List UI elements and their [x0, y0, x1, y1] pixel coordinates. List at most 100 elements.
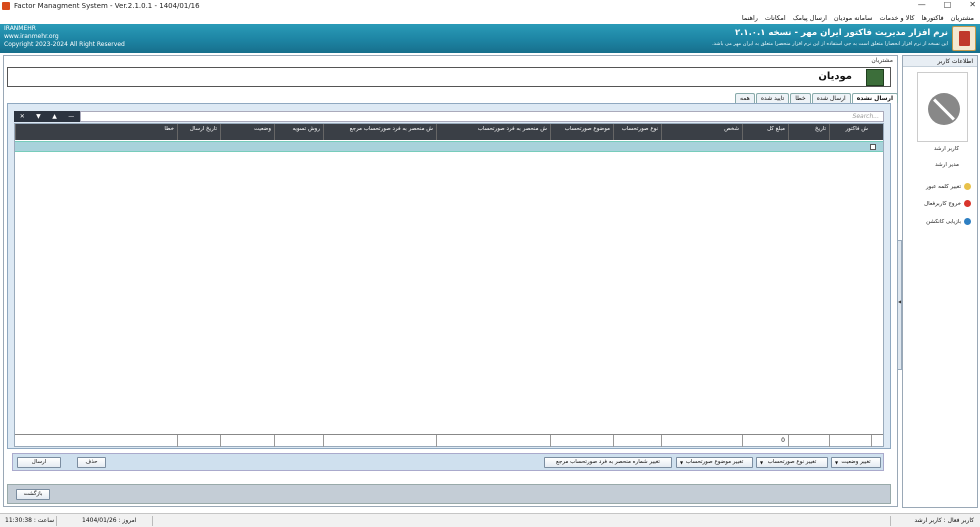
- page-header: مودیان: [7, 67, 891, 87]
- company-name: IRANMEHR: [4, 25, 36, 32]
- menu-taxpayers-system[interactable]: سامانه مودیان: [834, 14, 873, 22]
- logout-label: خروج کاربرفعال: [924, 200, 961, 207]
- change-status-dropdown[interactable]: تغییر وضعیت: [831, 457, 881, 468]
- col-unique-number[interactable]: ش منحصر به فرد صورتحساب: [436, 124, 550, 140]
- footer-cell: [220, 435, 274, 447]
- avatar: [917, 72, 968, 142]
- invoice-grid: ش فاکتور تاریخ مبلغ کل شخص نوع صورتحساب …: [14, 123, 884, 447]
- footer-cell: [829, 435, 871, 447]
- window-titlebar: Factor Managment System - Ver.2.1.0.1 - …: [0, 0, 980, 12]
- status-time: ساعت : 11:30:38: [5, 517, 55, 524]
- filter-tabs: ارسال نشده ارسال شده خطا تایید شده همه: [734, 93, 899, 103]
- app-icon: [2, 2, 10, 10]
- tab-approved[interactable]: تایید شده: [755, 93, 790, 103]
- footer-cell: [274, 435, 323, 447]
- user-name: کاربر ارشد: [934, 146, 959, 152]
- taxpayers-logo-icon: [866, 69, 884, 86]
- menu-products[interactable]: کالا و خدمات: [879, 14, 914, 22]
- back-bar: بازگشت: [7, 484, 891, 504]
- grid-search-input[interactable]: Search...: [80, 111, 884, 122]
- col-invoice-type[interactable]: نوع صورتحساب: [613, 124, 661, 140]
- status-divider: [890, 516, 891, 526]
- footer-cell: [323, 435, 436, 447]
- footer-cell: [550, 435, 613, 447]
- col-invoice-subject[interactable]: موضوع صورتحساب: [550, 124, 613, 140]
- tab-not-sent[interactable]: ارسال نشده: [851, 93, 899, 103]
- footer-cell: [613, 435, 661, 447]
- close-button[interactable]: ✕: [969, 0, 976, 9]
- footer-cell: [788, 435, 829, 447]
- footer-total-amount: 0: [742, 435, 788, 447]
- window-controls: — □ ✕: [918, 0, 976, 9]
- col-invoice-number[interactable]: ش فاکتور: [829, 124, 871, 140]
- change-reference-number-button[interactable]: تغییر شماره منحصر به فرد صورتحساب مرجع: [544, 457, 672, 468]
- change-subject-dropdown[interactable]: تغییر موضوع صورتحساب: [676, 457, 753, 468]
- maximize-button[interactable]: □: [944, 0, 952, 9]
- footer-cell: [436, 435, 550, 447]
- row-checkbox[interactable]: [870, 144, 876, 150]
- menu-customers[interactable]: مشتریان: [951, 14, 974, 22]
- reconnect-item[interactable]: بازیابی کانکشن: [926, 218, 971, 225]
- move-down-icon[interactable]: ▼: [36, 113, 41, 120]
- product-title: نرم افزار مدیریت فاکتور ایران مهر - نسخه…: [734, 28, 948, 38]
- invoice-grid-panel: ✕ ▼ ▲ — Search... ش فاکتور تاریخ مبلغ کل…: [7, 103, 891, 449]
- minimize-button[interactable]: —: [918, 0, 926, 9]
- menu-sms[interactable]: ارسال پیامک: [793, 14, 827, 22]
- page-title: مودیان: [818, 71, 852, 82]
- back-button[interactable]: بازگشت: [16, 489, 50, 500]
- table-row[interactable]: [15, 141, 883, 152]
- clear-filter-icon[interactable]: ✕: [20, 113, 25, 120]
- footer-cell: [177, 435, 220, 447]
- user-role: مدیر ارشد: [935, 162, 959, 168]
- tab-all[interactable]: همه: [735, 93, 755, 103]
- move-up-icon[interactable]: ▲: [52, 113, 57, 120]
- footer-cell: [661, 435, 742, 447]
- action-bar: ارسال حذف تغییر شماره منحصر به فرد صورتح…: [12, 453, 884, 471]
- key-icon: [964, 183, 971, 190]
- menu-invoices[interactable]: فاکتورها: [922, 14, 944, 22]
- change-password-item[interactable]: تغییر کلمه عبور: [926, 183, 971, 190]
- col-settlement-method[interactable]: روش تسویه: [274, 124, 323, 140]
- grid-header: ش فاکتور تاریخ مبلغ کل شخص نوع صورتحساب …: [15, 124, 883, 140]
- change-password-label: تغییر کلمه عبور: [925, 183, 961, 190]
- section-label: مشتریان: [871, 57, 893, 64]
- menu-tools[interactable]: امکانات: [765, 14, 786, 22]
- delete-button[interactable]: حذف: [77, 457, 106, 468]
- app-banner: IRANMEHR www.iranmehr.org Copyright 2023…: [0, 24, 980, 53]
- status-divider: [56, 516, 57, 526]
- send-button[interactable]: ارسال: [17, 457, 61, 468]
- change-type-dropdown[interactable]: تغییر نوع صورتحساب: [756, 457, 828, 468]
- reconnect-label: بازیابی کانکشن: [926, 218, 961, 225]
- product-subtitle: این نسخه از نرم افزار انحصارا متعلق است …: [712, 41, 948, 47]
- no-photo-icon: [928, 93, 960, 125]
- connection-icon: [964, 218, 971, 225]
- grid-toolbar-buttons: ✕ ▼ ▲ —: [14, 111, 80, 122]
- tab-error[interactable]: خطا: [790, 93, 811, 103]
- col-send-date[interactable]: تاریخ ارسال: [177, 124, 220, 140]
- collapse-icon[interactable]: —: [68, 113, 74, 120]
- sidebar-header: اطلاعات کاربر: [903, 56, 977, 67]
- grid-toolbar: ✕ ▼ ▲ — Search...: [14, 111, 884, 122]
- banner-info: IRANMEHR www.iranmehr.org Copyright 2023…: [4, 25, 125, 49]
- col-person[interactable]: شخص: [661, 124, 742, 140]
- user-sidebar: اطلاعات کاربر کاربر ارشد مدیر ارشد تغییر…: [902, 55, 978, 508]
- tab-sent[interactable]: ارسال شده: [811, 93, 851, 103]
- status-active-user: کاربر فعال : کاربر ارشد: [914, 517, 974, 524]
- footer-cell: [871, 435, 883, 447]
- col-error[interactable]: خطا: [15, 124, 177, 140]
- copyright-text: Copyright 2023-2024 All Right Reserved: [4, 41, 125, 48]
- col-status[interactable]: وضعیت: [220, 124, 274, 140]
- status-date: امروز : 1404/01/26: [82, 517, 137, 524]
- logout-icon: [964, 200, 971, 207]
- status-divider: [152, 516, 153, 526]
- col-date[interactable]: تاریخ: [788, 124, 829, 140]
- status-bar: ساعت : 11:30:38 امروز : 1404/01/26 کاربر…: [0, 513, 980, 527]
- grid-footer: 0: [15, 434, 883, 447]
- col-reference-number[interactable]: ش منحصر به فرد صورتحساب مرجع: [323, 124, 436, 140]
- logout-item[interactable]: خروج کاربرفعال: [924, 200, 971, 207]
- menu-bar: مشتریان فاکتورها کالا و خدمات سامانه مود…: [0, 12, 980, 24]
- col-total-amount[interactable]: مبلغ کل: [742, 124, 788, 140]
- product-logo-icon: [952, 26, 976, 51]
- company-website: www.iranmehr.org: [4, 33, 59, 40]
- menu-help[interactable]: راهنما: [742, 14, 758, 22]
